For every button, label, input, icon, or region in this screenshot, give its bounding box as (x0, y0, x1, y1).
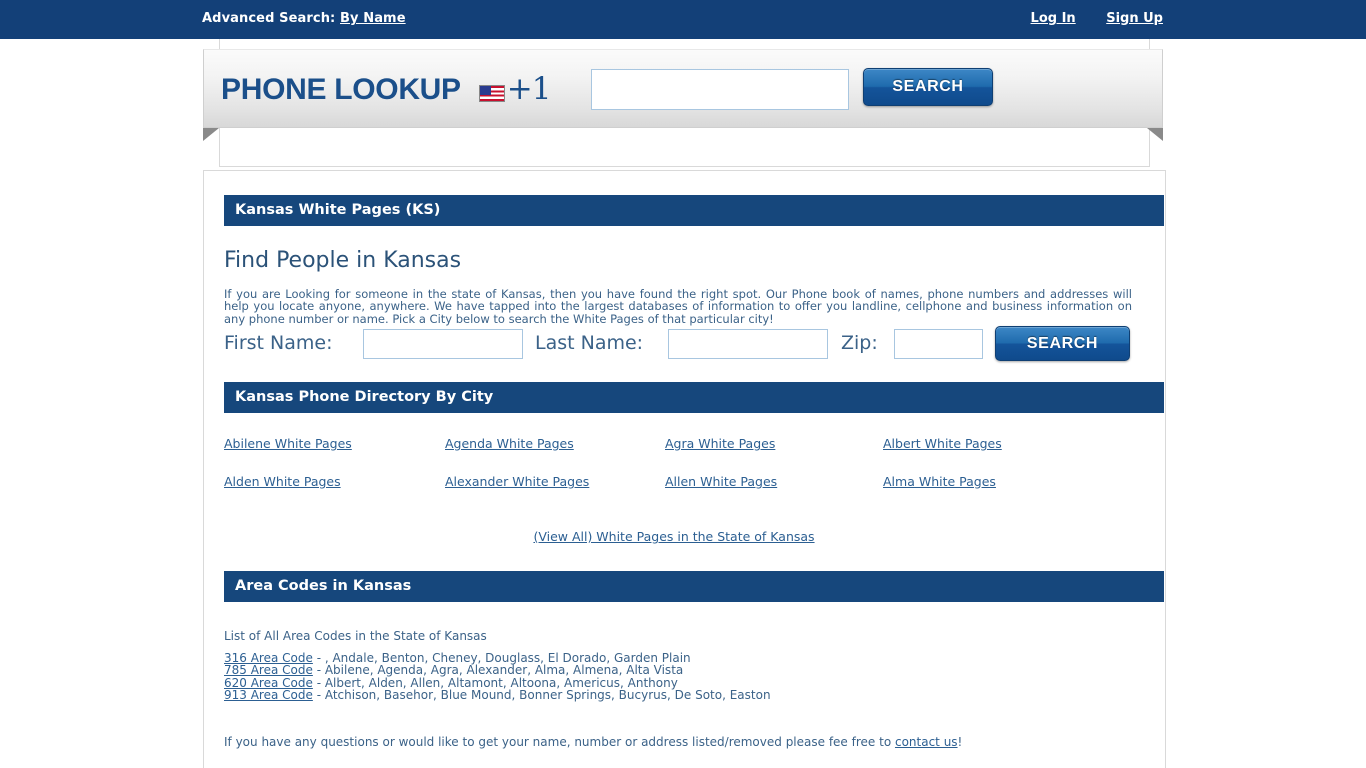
people-search-button[interactable]: SEARCH (995, 326, 1130, 361)
contact-us-link[interactable]: contact us (895, 735, 958, 749)
page-title: Find People in Kansas (224, 247, 462, 273)
last-name-input[interactable] (668, 329, 828, 359)
first-name-label: First Name: (224, 332, 333, 354)
main-content-panel: Kansas White Pages (KS) Find People in K… (203, 170, 1166, 768)
ribbon-fold-left (203, 128, 219, 141)
city-links-row: Abilene White Pages Agenda White Pages A… (224, 436, 1164, 474)
advanced-search-group: Advanced Search: By Name (202, 11, 406, 26)
log-in-link[interactable]: Log In (1031, 11, 1076, 26)
header-search-button[interactable]: SEARCH (863, 68, 993, 106)
intro-paragraph: If you are Looking for someone in the st… (224, 286, 1132, 326)
advanced-search-by-name-link[interactable]: By Name (340, 11, 406, 26)
top-navigation-bar: Advanced Search: By Name Log In Sign Up (0, 0, 1366, 39)
site-search-ribbon: PHONE LOOKUP +1 SEARCH (203, 49, 1163, 141)
first-name-input[interactable] (363, 329, 523, 359)
zip-input[interactable] (894, 329, 983, 359)
zip-label: Zip: (841, 332, 878, 354)
city-link[interactable]: Agra White Pages (665, 436, 775, 451)
footnote-text-before: If you have any questions or would like … (224, 735, 895, 749)
city-link[interactable]: Alden White Pages (224, 474, 341, 489)
view-all-white-pages-link[interactable]: (View All) White Pages in the State of K… (533, 529, 814, 544)
area-codes-caption: List of All Area Codes in the State of K… (224, 629, 487, 643)
section-header-state: Kansas White Pages (KS) (224, 195, 1164, 226)
brand-text: PHONE LOOKUP (221, 73, 461, 106)
area-codes-list: 316 Area Code - , Andale, Benton, Cheney… (224, 652, 1154, 701)
city-link[interactable]: Albert White Pages (883, 436, 1002, 451)
last-name-label: Last Name: (535, 332, 644, 354)
view-all-container: (View All) White Pages in the State of K… (204, 529, 1144, 544)
area-code-cities: - Atchison, Basehor, Blue Mound, Bonner … (312, 687, 771, 702)
advanced-search-label: Advanced Search: (202, 11, 336, 26)
city-link[interactable]: Abilene White Pages (224, 436, 352, 451)
us-flag-icon (478, 85, 505, 102)
people-search-form: First Name: Last Name: Zip: SEARCH (224, 324, 1164, 366)
city-link[interactable]: Alma White Pages (883, 474, 996, 489)
ribbon-fold-right (1147, 128, 1163, 141)
footnote: If you have any questions or would like … (224, 735, 962, 749)
city-link[interactable]: Allen White Pages (665, 474, 777, 489)
footnote-text-after: ! (957, 735, 963, 749)
city-link[interactable]: Agenda White Pages (445, 436, 574, 451)
phone-lookup-input[interactable] (591, 69, 849, 110)
area-code-link[interactable]: 913 Area Code (224, 688, 313, 702)
ribbon-surface: PHONE LOOKUP +1 SEARCH (203, 49, 1163, 128)
section-header-directory: Kansas Phone Directory By City (224, 382, 1164, 413)
site-brand: PHONE LOOKUP +1 (221, 71, 552, 107)
city-links-grid: Abilene White Pages Agenda White Pages A… (224, 436, 1164, 512)
account-links-group: Log In Sign Up (1005, 11, 1163, 26)
city-link[interactable]: Alexander White Pages (445, 474, 589, 489)
sign-up-link[interactable]: Sign Up (1106, 11, 1163, 26)
country-code-label: +1 (506, 71, 552, 107)
city-links-row: Alden White Pages Alexander White Pages … (224, 474, 1164, 512)
section-header-area-codes: Area Codes in Kansas (224, 571, 1164, 602)
area-code-row: 913 Area Code - Atchison, Basehor, Blue … (224, 689, 1154, 701)
